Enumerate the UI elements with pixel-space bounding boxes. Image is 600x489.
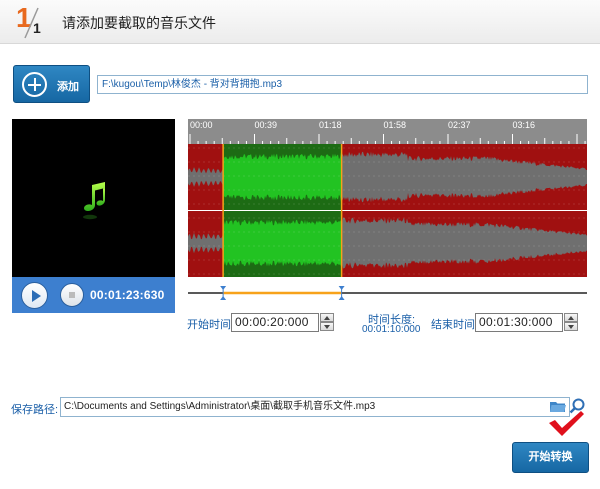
end-time-label: 结束时间:	[431, 319, 479, 331]
stop-button[interactable]	[60, 283, 84, 307]
start-time-stepper	[320, 313, 334, 332]
timeline-ruler: 00:00 00:39 01:18 01:58 02:37 03:16	[188, 119, 587, 144]
waveform-graph	[188, 144, 587, 277]
timeline-tick-label: 02:37	[448, 120, 471, 130]
player-preview	[12, 119, 175, 277]
plus-icon	[22, 72, 47, 97]
start-time-down-button[interactable]	[320, 322, 334, 331]
step-header: 1 1 请添加要截取的音乐文件	[0, 0, 600, 44]
player-controls: 00:01:23:630	[12, 277, 175, 313]
duration-value: 00:01:10:000	[362, 324, 421, 335]
page-title: 请添加要截取的音乐文件	[62, 15, 216, 31]
timeline-tick-label: 00:00	[190, 120, 213, 130]
start-time-input[interactable]: 00:00:20:000	[231, 313, 319, 332]
end-time-input[interactable]: 00:01:30:000	[475, 313, 563, 332]
timeline-tick-label: 01:18	[319, 120, 342, 130]
save-path-field[interactable]: C:\Documents and Settings\Administrator\…	[60, 397, 570, 417]
play-button[interactable]	[21, 282, 48, 309]
start-time-up-button[interactable]	[320, 313, 334, 322]
step-total-number: 1	[33, 20, 41, 36]
timeline-tick-label: 03:16	[513, 120, 536, 130]
save-path-label: 保存路径:	[11, 404, 59, 416]
start-time-label: 开始时间:	[187, 319, 235, 331]
add-file-button[interactable]: 添加	[13, 65, 90, 103]
checkmark-icon	[549, 411, 584, 436]
start-convert-button[interactable]: 开始转换	[512, 442, 589, 473]
range-slider	[188, 286, 587, 300]
add-file-label: 添加	[57, 81, 79, 93]
timeline-tick-label: 00:39	[255, 120, 278, 130]
timeline-ticks: 00:00 00:39 01:18 01:58 02:37 03:16	[189, 120, 586, 144]
music-note-icon	[83, 182, 105, 220]
end-time-up-button[interactable]	[564, 313, 578, 322]
end-time-down-button[interactable]	[564, 322, 578, 331]
playback-time: 00:01:23:630	[90, 288, 165, 302]
source-file-path-field[interactable]: F:\kugou\Temp\林俊杰 - 背对背拥抱.mp3	[97, 75, 588, 94]
selection-range-track[interactable]	[188, 283, 587, 303]
end-time-stepper	[564, 313, 578, 332]
timeline-tick-label: 01:58	[384, 120, 407, 130]
waveform-display[interactable]	[188, 144, 587, 277]
